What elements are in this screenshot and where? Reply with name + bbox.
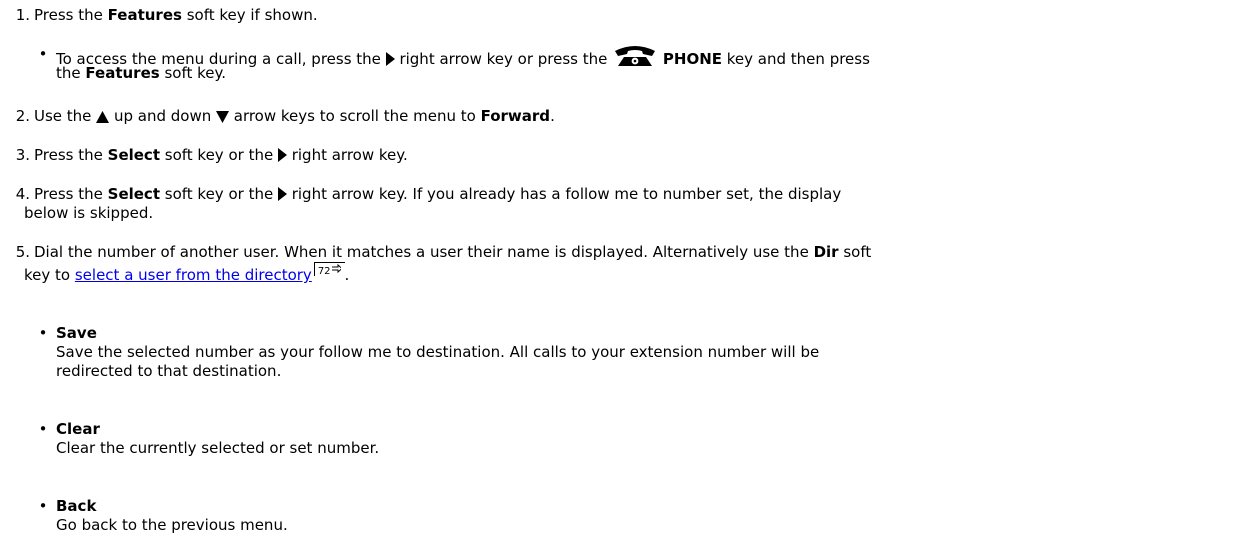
option-description: Clear the currently selected or set numb…: [56, 439, 380, 457]
option-description-continued: redirected to that destination.: [56, 362, 282, 380]
cross-reference-arrow-icon: [330, 263, 343, 278]
features-softkey-label: Features: [85, 64, 160, 82]
step-text-continued: below is skipped.: [24, 204, 154, 222]
step-number: 1.: [15, 6, 30, 24]
bullet-dot: •: [38, 420, 48, 438]
step-number: 5.: [15, 243, 30, 261]
select-softkey-label: Select: [107, 185, 160, 203]
step-number: 2.: [15, 107, 30, 125]
features-softkey-label: Features: [107, 6, 182, 24]
step-text: Use the up and down arrow keys to scroll…: [34, 107, 1250, 128]
step-text: Press the Select soft key or the right a…: [34, 185, 1250, 206]
option-title: Save: [56, 324, 97, 342]
select-softkey-label: Select: [107, 146, 160, 164]
page-reference[interactable]: 72: [313, 262, 345, 278]
bullet-text: To access the menu during a call, press …: [56, 45, 1254, 83]
bullet-dot: •: [38, 497, 48, 515]
dir-softkey-label: Dir: [813, 243, 839, 261]
bullet-dot: •: [38, 45, 48, 63]
step-text-continued: key to select a user from the directory 7…: [24, 262, 1250, 285]
phone-key-label: PHONE: [662, 50, 723, 68]
step-number: 4.: [15, 185, 30, 203]
down-arrow-key-icon: [215, 109, 229, 128]
option-title: Clear: [56, 420, 100, 438]
step-number: 3.: [15, 146, 30, 164]
select-user-from-directory-link[interactable]: select a user from the directory: [75, 266, 312, 284]
up-arrow-key-icon: [96, 109, 110, 128]
right-arrow-key-icon: [385, 52, 395, 71]
option-description: Go back to the previous menu.: [56, 516, 288, 534]
bullet-dot: •: [38, 324, 48, 342]
phone-key-icon: [612, 45, 658, 72]
forward-menu-label: Forward: [480, 107, 551, 125]
right-arrow-key-icon: [277, 148, 287, 167]
option-description: Save the selected number as your follow …: [56, 343, 820, 361]
option-title: Back: [56, 497, 97, 515]
step-text: Press the Features soft key if shown.: [34, 6, 318, 24]
step-text: Dial the number of another user. When it…: [34, 243, 872, 261]
instructions-page: 1. Press the Features soft key if shown.…: [0, 0, 1257, 559]
step-text: Press the Select soft key or the right a…: [34, 146, 1250, 167]
